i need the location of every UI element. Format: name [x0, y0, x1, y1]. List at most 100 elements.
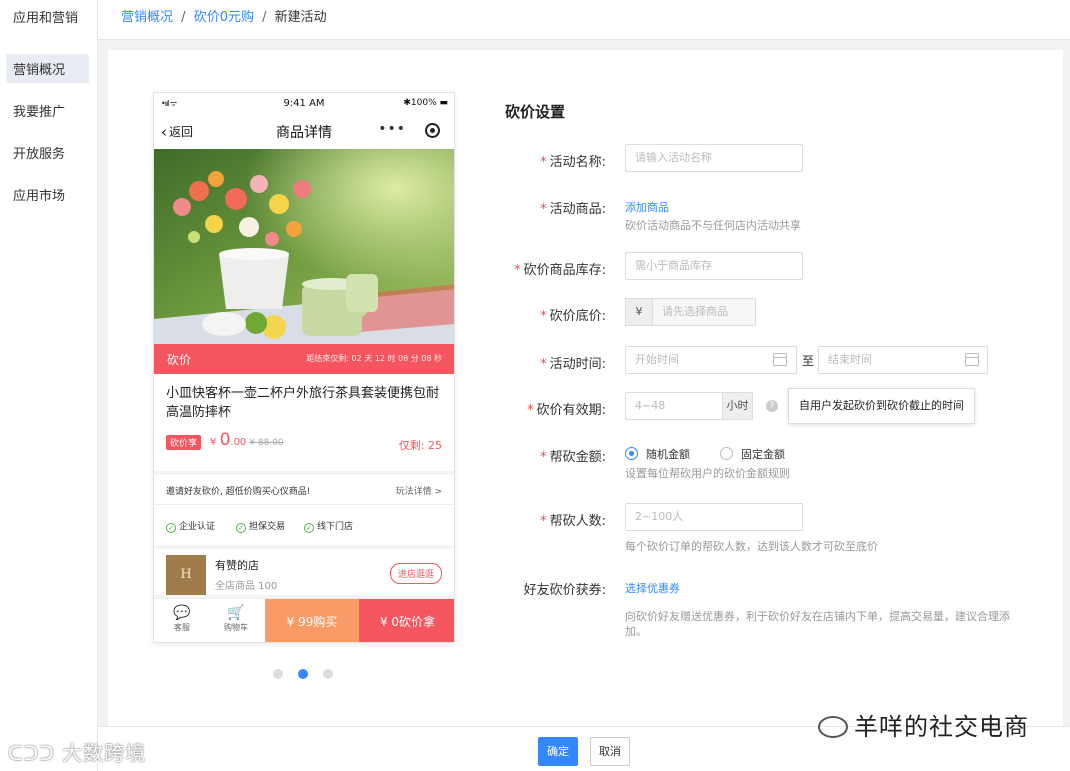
sidebar-item-open-service[interactable]: 开放服务: [6, 138, 89, 167]
badge-label: 线下门店: [317, 522, 354, 532]
stock-remaining: 仅剩: 25: [398, 439, 442, 452]
countdown-text: 距结束仅剩: 02 天 12 时 08 分 08 秒: [306, 354, 442, 363]
label-text: 砍价商品库存:: [523, 263, 606, 278]
app-title: 应用和营销: [13, 11, 79, 26]
sidebar-item-overview[interactable]: 营销概况: [6, 54, 89, 83]
required-mark: *: [540, 155, 547, 170]
hour-unit-addon: 小时: [722, 392, 753, 420]
activity-name-input[interactable]: 请输入活动名称: [625, 144, 803, 172]
invite-row[interactable]: 邀请好友砍价, 超低价购买心仪商品! 玩法详情 >: [154, 475, 454, 505]
main-panel: •ııl ᯤ 9:41 AM ✱100% ▬ ‹ 返回 商品详情 ••• 砍价 …: [108, 50, 1063, 726]
help-count-input[interactable]: 2~100人: [625, 503, 803, 531]
label-text: 活动商品:: [549, 202, 606, 217]
floor-price-input[interactable]: 请先选择商品: [652, 298, 756, 326]
sidebar-nav: 营销概况 我要推广 开放服务 应用市场: [0, 40, 97, 209]
watermark-left-text: 大数跨境: [62, 741, 147, 765]
badge-offline: ✓ 线下门店: [304, 519, 353, 533]
carousel-dot-active[interactable]: [298, 669, 308, 679]
check-icon: ✓: [236, 523, 246, 533]
cart-label: 购物车: [224, 623, 248, 632]
bargain-tag: 砍价享: [166, 435, 202, 450]
label-activity-goods: * 活动商品:: [540, 198, 606, 217]
label-validity: * 砍价有效期:: [527, 399, 606, 418]
cart-button[interactable]: 🛒 购物车: [216, 604, 256, 633]
cart-icon: 🛒: [227, 605, 245, 621]
bargain-banner-label: 砍价: [167, 353, 192, 367]
required-mark: *: [540, 357, 547, 372]
phone-nav-bar: ‹ 返回 商品详情 •••: [154, 115, 454, 149]
required-mark: *: [527, 403, 534, 418]
shop-name: 有赞的店: [215, 559, 259, 572]
label-text: 砍价有效期:: [536, 403, 606, 418]
label-text: 活动名称:: [549, 155, 606, 170]
sidebar-item-promote[interactable]: 我要推广: [6, 96, 89, 125]
label-text: 活动时间:: [549, 357, 606, 372]
start-time-placeholder: 开始时间: [635, 353, 679, 366]
label-activity-time: * 活动时间:: [540, 353, 606, 372]
radio-fixed-amount[interactable]: 固定金额: [720, 446, 785, 462]
stock-input[interactable]: 需小于商品库存: [625, 252, 803, 280]
help-amount-hint: 设置每位帮砍用户的砍价金额规则: [625, 467, 790, 480]
calendar-icon: [773, 353, 787, 366]
price-currency: ¥: [210, 437, 217, 448]
select-coupon-link[interactable]: 选择优惠券: [625, 580, 680, 596]
watermark-logo-icon: ᑕᑐᑐ: [8, 741, 63, 765]
radio-label: 随机金额: [646, 448, 690, 461]
product-price: ¥ 0.00 ¥ 88.00: [210, 430, 284, 450]
breadcrumb-separator: /: [262, 10, 267, 25]
radio-random-amount[interactable]: 随机金额: [625, 446, 690, 462]
product-photo: [154, 149, 454, 344]
validity-input[interactable]: 4~48: [625, 392, 723, 420]
help-count-hint: 每个砍价订单的帮砍人数，达到该人数才可砍至底价: [625, 540, 878, 553]
label-floor-price: * 砍价底价:: [540, 305, 606, 324]
close-target-icon[interactable]: [425, 123, 440, 138]
check-icon: ✓: [166, 523, 176, 533]
radio-circle: [720, 447, 733, 460]
price-big: 0: [219, 430, 231, 450]
label-activity-name: * 活动名称:: [540, 151, 606, 170]
watermark-right: 羊咩的社交电商: [818, 707, 1029, 742]
confirm-button[interactable]: 确定: [538, 737, 578, 766]
help-icon[interactable]: ?: [766, 400, 778, 412]
section-title: 砍价设置: [505, 103, 566, 121]
invite-text: 邀请好友砍价, 超低价购买心仪商品!: [166, 487, 311, 497]
radio-circle: [625, 447, 638, 460]
battery-icon: ✱100% ▬: [403, 98, 448, 108]
bargain-banner: 砍价 距结束仅剩: 02 天 12 时 08 分 08 秒: [154, 344, 454, 374]
calendar-icon: [965, 353, 979, 366]
badge-label: 担保交易: [249, 522, 286, 532]
breadcrumb-link-bargain[interactable]: 砍价0元购: [194, 10, 254, 25]
add-goods-link[interactable]: 添加商品: [625, 199, 669, 215]
required-mark: *: [540, 309, 547, 324]
sidebar-item-app-market[interactable]: 应用市场: [6, 180, 89, 209]
start-time-input[interactable]: 开始时间: [625, 346, 797, 374]
carousel-dot[interactable]: [323, 669, 333, 679]
phone-preview: •ııl ᯤ 9:41 AM ✱100% ▬ ‹ 返回 商品详情 ••• 砍价 …: [153, 92, 455, 643]
watermark-right-text: 羊咩的社交电商: [854, 713, 1029, 741]
product-image: [154, 149, 454, 344]
required-mark: *: [514, 263, 521, 278]
goods-hint: 砍价活动商品不与任何店内活动共享: [625, 219, 801, 232]
breadcrumb-current: 新建活动: [274, 10, 327, 25]
breadcrumb: 营销概况 / 砍价0元购 / 新建活动: [98, 0, 1070, 40]
bargain-button[interactable]: ¥ 0砍价拿: [359, 599, 454, 642]
more-icon[interactable]: •••: [378, 121, 406, 137]
customer-service-button[interactable]: 💬 客服: [162, 604, 202, 633]
cancel-button[interactable]: 取消: [590, 737, 630, 766]
shop-logo: H: [166, 555, 206, 595]
buy-button[interactable]: ¥ 99购买: [265, 599, 359, 642]
original-price: ¥ 88.00: [249, 438, 284, 448]
carousel-dot[interactable]: [273, 669, 283, 679]
label-text: 砍价底价:: [549, 309, 606, 324]
label-text: 帮砍金额:: [549, 450, 606, 465]
rule-link[interactable]: 玩法详情 >: [396, 484, 442, 497]
label-stock: * 砍价商品库存:: [514, 259, 606, 278]
wechat-icon: [818, 716, 848, 738]
required-mark: *: [540, 514, 547, 529]
time-range-separator: 至: [802, 354, 815, 368]
phone-status-bar: •ııl ᯤ 9:41 AM ✱100% ▬: [154, 93, 454, 115]
breadcrumb-link-overview[interactable]: 营销概况: [121, 10, 173, 25]
badge-guarantee: ✓ 担保交易: [236, 519, 285, 533]
end-time-input[interactable]: 结束时间: [818, 346, 988, 374]
enter-shop-button[interactable]: 进店逛逛: [389, 563, 442, 584]
